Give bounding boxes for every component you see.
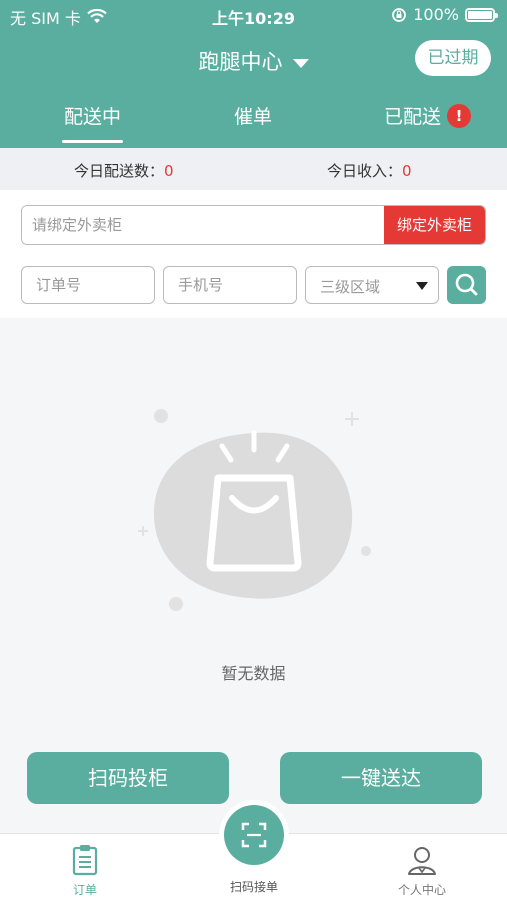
delivered-count: 0	[164, 162, 174, 180]
phone-input[interactable]	[164, 267, 296, 303]
battery-percent: 100%	[413, 5, 459, 24]
empty-message: 暂无数据	[221, 664, 286, 683]
region-select[interactable]: 三级区域	[305, 266, 439, 304]
tabbar-profile[interactable]: 个人中心	[377, 844, 467, 898]
app-header: 无 SIM 卡 上午10:29 100% 跑腿中心 已过期 配送中 催单 已配送…	[0, 0, 507, 148]
cabinet-input[interactable]	[22, 206, 385, 244]
status-bar: 无 SIM 卡 上午10:29 100%	[0, 0, 507, 30]
clipboard-icon	[72, 845, 98, 876]
scan-order-circle	[224, 805, 284, 865]
tab-delivering[interactable]: 配送中	[61, 102, 124, 143]
scan-icon	[241, 822, 267, 848]
filter-panel: 绑定外卖柜 三级区域	[0, 190, 507, 318]
search-button[interactable]	[447, 266, 486, 304]
dropdown-arrow-icon	[416, 282, 428, 290]
bind-cabinet-box: 绑定外卖柜	[21, 205, 486, 245]
one-click-deliver-button[interactable]: 一键送达	[280, 752, 482, 804]
tab-urge[interactable]: 催单	[234, 102, 272, 129]
delivered-label: 今日配送数：	[74, 162, 165, 180]
income-value: 0	[402, 162, 412, 180]
search-icon	[455, 273, 478, 296]
income-stat: 今日收入：0	[327, 160, 412, 181]
tab-label: 已配送	[384, 106, 442, 128]
tabbar-orders[interactable]: 订单	[40, 844, 130, 898]
order-number-field[interactable]	[21, 266, 155, 304]
order-tabs: 配送中 催单 已配送!	[0, 98, 507, 148]
battery-icon	[465, 7, 498, 22]
income-label: 今日收入：	[327, 162, 403, 180]
tabbar-profile-label: 个人中心	[397, 883, 446, 897]
page-title: 跑腿中心	[198, 50, 283, 74]
delivered-stat: 今日配送数：0	[74, 160, 174, 181]
tabbar-orders-label: 订单	[72, 883, 97, 897]
expired-button[interactable]: 已过期	[415, 40, 491, 76]
region-select-value: 三级区域	[320, 278, 381, 296]
tab-label: 配送中	[64, 106, 122, 128]
scan-order-button[interactable]	[219, 800, 289, 870]
scan-cabinet-button[interactable]: 扫码投柜	[27, 752, 229, 804]
bind-cabinet-button[interactable]: 绑定外卖柜	[384, 206, 485, 244]
tab-label: 催单	[234, 106, 273, 128]
caret-down-icon	[292, 58, 309, 68]
empty-bag-illustration	[138, 409, 371, 611]
daily-stats: 今日配送数：0 今日收入：0	[0, 148, 507, 190]
profile-icon	[408, 847, 436, 875]
scan-order-label: 扫码接单	[229, 880, 278, 894]
tab-delivered[interactable]: 已配送!	[384, 102, 472, 129]
order-number-input[interactable]	[22, 267, 154, 303]
title-row: 跑腿中心 已过期	[0, 40, 507, 80]
phone-field[interactable]	[163, 266, 297, 304]
alert-badge: !	[447, 104, 472, 128]
orientation-lock-icon	[392, 7, 407, 22]
status-right: 100%	[391, 5, 498, 24]
